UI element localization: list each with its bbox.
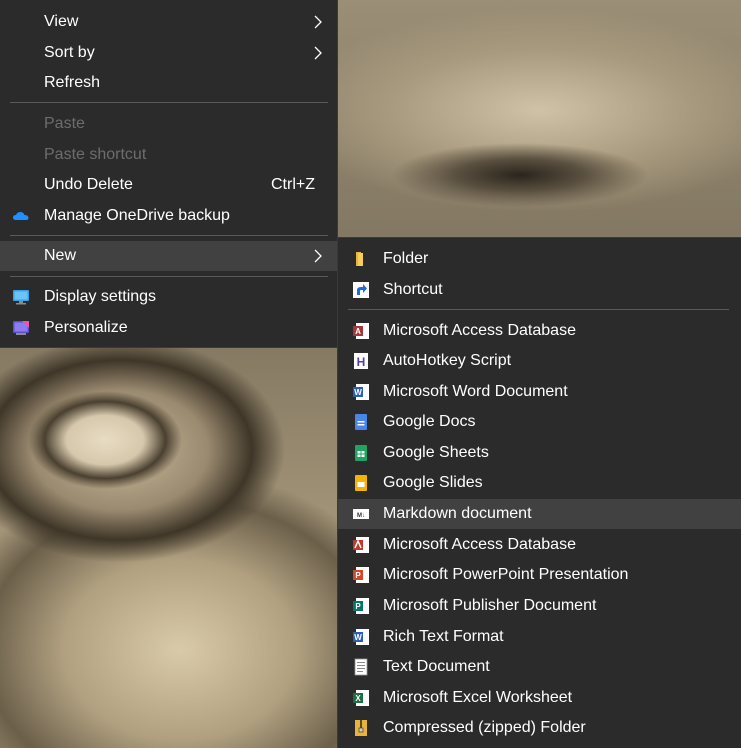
menu-item-label: Compressed (zipped) Folder: [383, 719, 586, 736]
menu-item-sort-by[interactable]: Sort by: [0, 38, 337, 68]
keyboard-shortcut: Ctrl+Z: [271, 176, 315, 193]
menu-separator: [348, 309, 729, 310]
menu-separator: [10, 102, 328, 103]
menu-item-new[interactable]: New: [0, 241, 337, 271]
menu-item-label: Shortcut: [383, 281, 443, 298]
svg-text:P: P: [355, 602, 361, 611]
new-submenu: Folder Shortcut A Microsoft Access Datab…: [338, 238, 741, 748]
menu-item-label: Microsoft Access Database: [383, 322, 576, 339]
desktop-context-menu: View Sort by Refresh Paste Paste shortcu…: [0, 0, 337, 347]
powerpoint-icon: P: [353, 567, 369, 583]
new-item-powerpoint-presentation[interactable]: P Microsoft PowerPoint Presentation: [338, 560, 741, 590]
new-item-word-document[interactable]: W Microsoft Word Document: [338, 377, 741, 407]
menu-item-label: Microsoft Access Database: [383, 536, 576, 553]
menu-separator: [10, 276, 328, 277]
menu-item-label: Microsoft Word Document: [383, 383, 568, 400]
new-item-rich-text-format[interactable]: W Rich Text Format: [338, 622, 741, 652]
menu-item-view[interactable]: View: [0, 7, 337, 37]
excel-icon: X: [353, 690, 369, 706]
menu-item-label: Manage OneDrive backup: [44, 207, 230, 224]
menu-item-paste: Paste: [0, 109, 337, 139]
google-docs-icon: [355, 414, 367, 430]
access-icon: [353, 537, 369, 553]
access-icon: A: [353, 323, 369, 339]
menu-item-label: View: [44, 13, 79, 30]
menu-item-display-settings[interactable]: Display settings: [0, 282, 337, 312]
new-item-google-slides[interactable]: Google Slides: [338, 468, 741, 498]
menu-item-label: Paste shortcut: [44, 146, 147, 163]
chevron-right-icon: [314, 249, 322, 263]
zip-folder-icon: [355, 720, 367, 736]
menu-item-undo-delete[interactable]: Undo Delete Ctrl+Z: [0, 170, 337, 200]
menu-item-manage-onedrive-backup[interactable]: Manage OneDrive backup: [0, 201, 337, 231]
menu-item-label: New: [44, 247, 77, 264]
new-item-access-database-2[interactable]: Microsoft Access Database: [338, 530, 741, 560]
svg-text:A: A: [355, 327, 361, 336]
menu-item-personalize[interactable]: Personalize: [0, 313, 337, 343]
markdown-icon: M↓: [353, 509, 369, 519]
menu-item-label: Text Document: [383, 658, 490, 675]
publisher-icon: P: [353, 598, 369, 614]
menu-item-label: Folder: [383, 250, 429, 267]
menu-item-paste-shortcut: Paste shortcut: [0, 140, 337, 170]
svg-text:P: P: [355, 571, 361, 580]
text-document-icon: [354, 658, 368, 676]
new-item-google-docs[interactable]: Google Docs: [338, 407, 741, 437]
display-icon: [13, 290, 29, 305]
menu-item-label: Google Docs: [383, 413, 476, 430]
new-item-access-database[interactable]: A Microsoft Access Database: [338, 316, 741, 346]
menu-item-label: AutoHotkey Script: [383, 352, 512, 369]
menu-item-refresh[interactable]: Refresh: [0, 68, 337, 98]
new-item-text-document[interactable]: Text Document: [338, 652, 741, 682]
new-item-google-sheets[interactable]: Google Sheets: [338, 438, 741, 468]
chevron-right-icon: [314, 15, 322, 29]
new-item-autohotkey-script[interactable]: H AutoHotkey Script: [338, 346, 741, 376]
menu-item-label: Sort by: [44, 44, 95, 61]
menu-item-label: Google Slides: [383, 474, 483, 491]
menu-item-label: Personalize: [44, 319, 128, 336]
new-item-publisher-document[interactable]: P Microsoft Publisher Document: [338, 591, 741, 621]
menu-item-label: Undo Delete: [44, 176, 133, 193]
svg-text:M↓: M↓: [357, 513, 365, 519]
menu-item-label: Microsoft Publisher Document: [383, 597, 597, 614]
new-item-excel-worksheet[interactable]: X Microsoft Excel Worksheet: [338, 683, 741, 713]
svg-text:W: W: [354, 388, 362, 397]
rtf-icon: W: [353, 629, 369, 645]
google-slides-icon: [355, 475, 367, 491]
autohotkey-icon: H: [354, 353, 368, 369]
svg-text:W: W: [354, 633, 362, 642]
new-item-compressed-zipped-folder[interactable]: Compressed (zipped) Folder: [338, 713, 741, 743]
personalize-icon: [13, 321, 29, 335]
chevron-right-icon: [314, 46, 322, 60]
svg-text:H: H: [357, 355, 366, 369]
menu-separator: [10, 235, 328, 236]
new-item-folder[interactable]: Folder: [338, 244, 741, 274]
new-item-markdown-document[interactable]: M↓ Markdown document: [338, 499, 741, 529]
onedrive-icon: [13, 212, 29, 220]
menu-item-label: Paste: [44, 115, 85, 132]
shortcut-icon: [353, 282, 369, 298]
menu-item-label: Microsoft Excel Worksheet: [383, 689, 573, 706]
menu-item-label: Microsoft PowerPoint Presentation: [383, 566, 629, 583]
menu-item-label: Rich Text Format: [383, 628, 504, 645]
svg-text:X: X: [355, 694, 361, 703]
folder-icon: [356, 252, 363, 266]
new-item-shortcut[interactable]: Shortcut: [338, 275, 741, 305]
menu-item-label: Google Sheets: [383, 444, 489, 461]
word-icon: W: [353, 384, 369, 400]
menu-item-label: Markdown document: [383, 505, 532, 522]
menu-item-label: Refresh: [44, 74, 101, 91]
menu-item-label: Display settings: [44, 288, 157, 305]
google-sheets-icon: [355, 445, 367, 461]
